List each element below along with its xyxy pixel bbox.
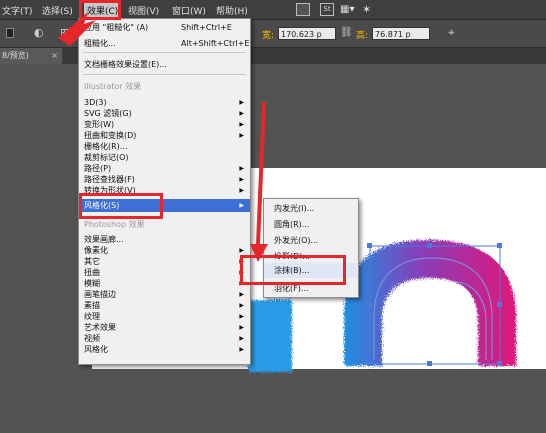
submenu-arrow-icon: ▶ — [239, 291, 244, 298]
item-label: 路径(P) — [84, 164, 112, 173]
submenu-arrow-icon: ▶ — [239, 202, 244, 209]
document-tab-label: 8/预览) — [2, 51, 29, 60]
submenu-item-round-corners[interactable]: 圆角(R)... — [264, 217, 358, 232]
submenu-arrow-icon: ▶ — [239, 121, 244, 128]
spiral-icon[interactable]: ✶ — [362, 3, 376, 16]
menu-separator — [83, 74, 246, 75]
width-label: 宽: — [262, 31, 275, 41]
menu-item-texture[interactable]: 纹理 ▶ — [79, 311, 250, 322]
submenu-arrow-icon: ▶ — [239, 165, 244, 172]
width-field[interactable]: 170.623 p — [278, 27, 336, 40]
item-label: 路径查找器(F) — [84, 175, 135, 184]
submenu-item-inner-glow[interactable]: 内发光(I)... — [264, 201, 358, 216]
submenu-arrow-icon: ▶ — [239, 335, 244, 342]
menu-item-svg-filters[interactable]: SVG 滤镜(G) ▶ — [79, 108, 250, 119]
menu-help[interactable]: 帮助(H) — [216, 4, 248, 17]
height-field[interactable]: 76.871 p — [372, 27, 430, 40]
menu-separator — [83, 52, 246, 53]
item-label: 风格化 — [84, 345, 108, 354]
submenu-arrow-icon: ▶ — [239, 132, 244, 139]
menu-item-pixelate[interactable]: 像素化 ▶ — [79, 245, 250, 256]
last-effect-label: 粗糙化... — [84, 39, 116, 48]
menu-item-path[interactable]: 路径(P) ▶ — [79, 163, 250, 174]
document-icon[interactable] — [296, 3, 310, 16]
submenu-arrow-icon: ▶ — [239, 187, 244, 194]
menu-item-raster-settings[interactable]: 文档栅格效果设置(E)... — [79, 59, 250, 70]
menu-item-apply-last[interactable]: 应用 "粗糙化" (A) Shift+Ctrl+E — [79, 22, 250, 33]
document-tab[interactable]: 8/预览) × — [0, 48, 62, 64]
item-label: 像素化 — [84, 246, 108, 255]
menu-item-3d[interactable]: 3D(3) ▶ — [79, 97, 250, 108]
item-label: 画笔描边 — [84, 290, 116, 299]
last-effect-shortcut: Alt+Shift+Ctrl+E — [181, 39, 250, 48]
menu-item-crop-marks[interactable]: 裁剪标记(O) — [79, 152, 250, 163]
menu-type[interactable]: 文字(T) — [2, 4, 33, 17]
item-label: 纹理 — [84, 312, 100, 321]
grid-dropdown-icon[interactable]: ▦▾ — [340, 3, 356, 16]
apply-last-shortcut: Shift+Ctrl+E — [181, 23, 232, 32]
menu-item-distort[interactable]: 扭曲 ▶ — [79, 267, 250, 278]
submenu-arrow-icon: ▶ — [239, 324, 244, 331]
menu-item-brush-strokes[interactable]: 画笔描边 ▶ — [79, 289, 250, 300]
annotation-box-scribble — [240, 255, 346, 285]
grid-icon[interactable]: ⊞ — [60, 26, 69, 39]
submenu-arrow-icon: ▶ — [239, 110, 244, 117]
menu-item-artistic[interactable]: 艺术效果 ▶ — [79, 322, 250, 333]
menu-view[interactable]: 视图(V) — [128, 4, 159, 17]
menu-item-ps-stylize[interactable]: 风格化 ▶ — [79, 344, 250, 355]
brush-icon[interactable]: ◐ — [34, 26, 44, 39]
item-label: 视频 — [84, 334, 100, 343]
menu-item-blur[interactable]: 模糊 ▶ — [79, 278, 250, 289]
item-label: 模糊 — [84, 279, 100, 288]
submenu-arrow-icon: ▶ — [239, 346, 244, 353]
menu-item-sketch[interactable]: 素描 ▶ — [79, 300, 250, 311]
transform-icon[interactable]: ⌖ — [448, 25, 455, 40]
close-icon[interactable]: × — [51, 48, 58, 64]
menu-select[interactable]: 选择(S) — [42, 4, 73, 17]
submenu-arrow-icon: ▶ — [239, 99, 244, 106]
menu-item-last-effect[interactable]: 粗糙化... Alt+Shift+Ctrl+E — [79, 38, 250, 49]
item-label: 艺术效果 — [84, 323, 116, 332]
annotation-box-effect-menu — [79, 0, 121, 20]
submenu-arrow-icon: ▶ — [239, 176, 244, 183]
submenu-arrow-icon: ▶ — [239, 302, 244, 309]
menu-item-effect-gallery[interactable]: 效果画廊... — [79, 234, 250, 245]
menu-item-other[interactable]: 其它 ▶ — [79, 256, 250, 267]
blue-fur-shape — [248, 300, 292, 372]
tool-swatch-icon[interactable] — [6, 28, 14, 38]
layout-icon[interactable]: St — [320, 3, 334, 16]
menu-window[interactable]: 窗口(W) — [172, 4, 206, 17]
item-label: 其它 — [84, 257, 100, 266]
menu-item-warp[interactable]: 变形(W) ▶ — [79, 119, 250, 130]
submenu-item-outer-glow[interactable]: 外发光(O)... — [264, 233, 358, 248]
item-label: 扭曲 — [84, 268, 100, 277]
menu-item-pathfinder[interactable]: 路径查找器(F) ▶ — [79, 174, 250, 185]
menu-item-distort-transform[interactable]: 扭曲和变换(D) ▶ — [79, 130, 250, 141]
item-label: SVG 滤镜(G) — [84, 109, 132, 118]
photoshop-effects-header: Photoshop 效果 — [84, 220, 145, 229]
item-label: 素描 — [84, 301, 100, 310]
menu-item-video[interactable]: 视频 ▶ — [79, 333, 250, 344]
link-icon[interactable]: ⛓ — [340, 27, 353, 38]
submenu-arrow-icon: ▶ — [239, 313, 244, 320]
illustrator-effects-header: Illustrator 效果 — [84, 82, 142, 91]
item-label: 3D(3) — [84, 98, 107, 107]
annotation-box-stylize — [79, 193, 163, 219]
apply-last-label: 应用 "粗糙化" (A) — [84, 23, 149, 32]
effect-menu: 应用 "粗糙化" (A) Shift+Ctrl+E 粗糙化... Alt+Shi… — [78, 18, 251, 365]
item-label: 扭曲和变换(D) — [84, 131, 137, 140]
item-label: 变形(W) — [84, 120, 115, 129]
menu-item-rasterize[interactable]: 栅格化(R)... — [79, 141, 250, 152]
height-label: 高: — [356, 31, 369, 41]
